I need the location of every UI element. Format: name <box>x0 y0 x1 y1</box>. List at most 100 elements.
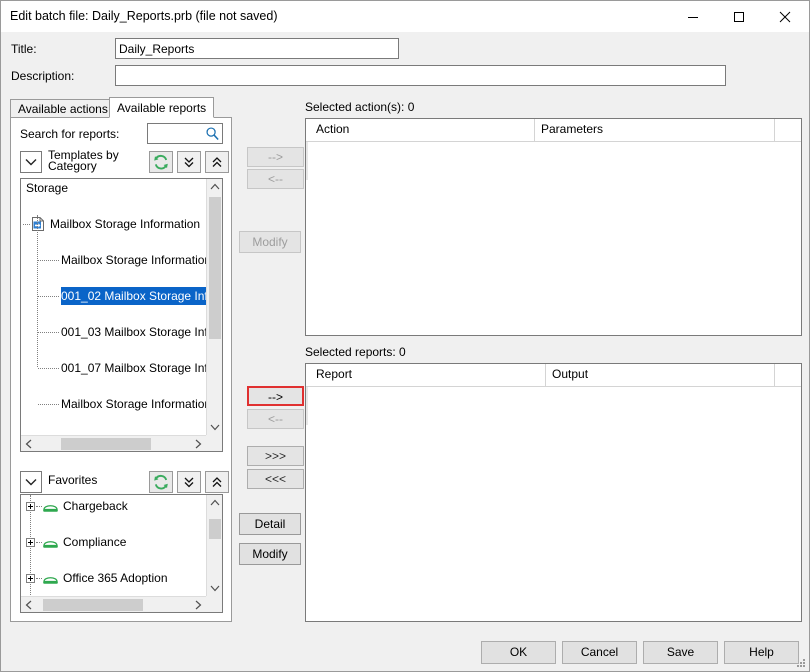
column-header-output[interactable]: Output <box>546 364 775 386</box>
tree-node-leaf[interactable]: Mailbox Storage Information (de <box>21 251 206 269</box>
report-doc-icon <box>32 217 44 231</box>
refresh-icon <box>154 154 168 170</box>
chevron-right-icon <box>195 600 202 610</box>
green-folder-icon <box>43 541 58 548</box>
templates-expand-all-button[interactable] <box>177 151 201 173</box>
remove-report-button[interactable]: <-- <box>247 409 304 429</box>
title-field-label: Title: <box>11 42 37 56</box>
cancel-button[interactable]: Cancel <box>562 641 637 664</box>
expand-toggle[interactable] <box>26 502 35 511</box>
expand-toggle[interactable] <box>26 538 35 547</box>
scroll-up-button[interactable] <box>207 179 222 195</box>
favorites-tree[interactable]: Chargeback Compliance Office 365 Adoptio… <box>20 494 223 613</box>
tree-connector <box>38 404 59 405</box>
favorites-refresh-button[interactable] <box>149 471 173 493</box>
chevron-left-icon <box>25 439 32 449</box>
column-header-action[interactable]: Action <box>310 119 535 141</box>
favorites-tree-hscrollbar[interactable] <box>21 596 222 612</box>
close-button[interactable] <box>762 1 808 32</box>
templates-refresh-button[interactable] <box>149 151 173 173</box>
help-button[interactable]: Help <box>724 641 799 664</box>
selected-actions-caption: Selected action(s): 0 <box>305 100 415 114</box>
scroll-up-button[interactable] <box>207 495 222 511</box>
tree-connector <box>23 224 30 225</box>
tree-node-leaf[interactable]: 001_07 Mailbox Storage Inform <box>21 359 206 377</box>
tree-node-leaf-selected[interactable]: 001_02 Mailbox Storage Inform <box>21 287 206 305</box>
templates-tree-content: Storage Mailbox Storage Information Mail… <box>21 179 206 435</box>
templates-tree-vscrollbar[interactable] <box>206 179 222 435</box>
detail-button[interactable]: Detail <box>239 513 301 535</box>
favorites-collapse-all-button[interactable] <box>205 471 229 493</box>
tree-node-leaf[interactable]: 001_03 Mailbox Storage Inform <box>21 323 206 341</box>
chevron-down-icon <box>210 424 220 431</box>
refresh-icon <box>154 474 168 490</box>
selected-actions-list[interactable]: Action Parameters <box>305 118 802 336</box>
tree-node-leaf[interactable]: Mailbox Storage Information_te <box>21 395 206 413</box>
green-folder-icon <box>43 505 58 512</box>
modify-report-button[interactable]: Modify <box>239 543 301 565</box>
templates-group-title: Templates by Category <box>48 148 119 173</box>
tree-node-label: Mailbox Storage Information (de <box>61 253 206 267</box>
templates-tree[interactable]: Storage Mailbox Storage Information Mail… <box>20 178 223 452</box>
search-box <box>147 123 223 144</box>
scroll-thumb[interactable] <box>209 197 221 339</box>
tree-node-label: Mailbox Storage Information <box>50 217 201 231</box>
scroll-thumb[interactable] <box>209 519 221 539</box>
double-chevron-up-icon <box>212 477 222 487</box>
templates-collapse-button[interactable] <box>20 151 42 173</box>
scroll-right-button[interactable] <box>190 597 206 612</box>
tree-node-mailbox-storage-information[interactable]: Mailbox Storage Information <box>21 215 206 233</box>
scroll-down-button[interactable] <box>207 580 222 596</box>
scroll-thumb[interactable] <box>61 438 151 450</box>
ok-button[interactable]: OK <box>481 641 556 664</box>
tree-node-compliance[interactable]: Compliance <box>21 533 206 551</box>
favorites-tree-vscrollbar[interactable] <box>206 495 222 596</box>
description-input[interactable] <box>115 65 726 86</box>
add-action-button[interactable]: --> <box>247 147 304 167</box>
tree-connector <box>38 332 59 333</box>
selected-actions-header: Action Parameters <box>306 119 801 142</box>
scroll-down-button[interactable] <box>207 419 222 435</box>
tree-node-label: Chargeback <box>63 499 128 513</box>
scroll-thumb[interactable] <box>43 599 143 611</box>
tree-connector <box>38 260 59 261</box>
tree-node-chargeback[interactable]: Chargeback <box>21 497 206 515</box>
tree-node-label: Compliance <box>63 535 127 549</box>
selected-reports-list[interactable]: Report Output <box>305 363 802 622</box>
column-header-report[interactable]: Report <box>310 364 546 386</box>
templates-tree-hscrollbar[interactable] <box>21 435 222 451</box>
expand-toggle[interactable] <box>26 574 35 583</box>
title-input[interactable] <box>115 38 399 59</box>
search-input[interactable] <box>148 124 204 143</box>
scrollbar-corner <box>206 596 222 612</box>
tab-available-actions[interactable]: Available actions <box>10 99 116 118</box>
column-header-parameters[interactable]: Parameters <box>535 119 775 141</box>
scrollbar-corner <box>206 435 222 451</box>
templates-collapse-all-button[interactable] <box>205 151 229 173</box>
maximize-button[interactable] <box>716 1 762 32</box>
favorites-expand-all-button[interactable] <box>177 471 201 493</box>
add-all-reports-button[interactable]: >>> <box>247 446 304 466</box>
favorites-tree-content: Chargeback Compliance Office 365 Adoptio… <box>21 495 206 596</box>
remove-action-button[interactable]: <-- <box>247 169 304 189</box>
resize-grip-icon[interactable] <box>795 657 807 669</box>
tree-node-storage[interactable]: Storage <box>21 179 206 197</box>
column-header-extra[interactable] <box>775 119 801 141</box>
save-button[interactable]: Save <box>643 641 718 664</box>
scroll-left-button[interactable] <box>21 597 37 612</box>
tree-node-office-365-adoption[interactable]: Office 365 Adoption <box>21 569 206 587</box>
favorites-collapse-button[interactable] <box>20 471 42 493</box>
remove-all-reports-button[interactable]: <<< <box>247 469 304 489</box>
scroll-right-button[interactable] <box>190 436 206 451</box>
tab-available-reports[interactable]: Available reports <box>109 97 215 118</box>
minimize-icon <box>688 16 698 18</box>
chevron-down-icon <box>25 159 37 166</box>
modify-action-button[interactable]: Modify <box>239 231 301 253</box>
chevron-down-icon <box>210 585 220 592</box>
search-icon[interactable] <box>205 126 220 141</box>
add-report-button[interactable]: --> <box>247 386 304 406</box>
selected-reports-caption: Selected reports: 0 <box>305 345 406 359</box>
column-header-extra[interactable] <box>775 364 801 386</box>
scroll-left-button[interactable] <box>21 436 37 451</box>
minimize-button[interactable] <box>670 1 716 32</box>
